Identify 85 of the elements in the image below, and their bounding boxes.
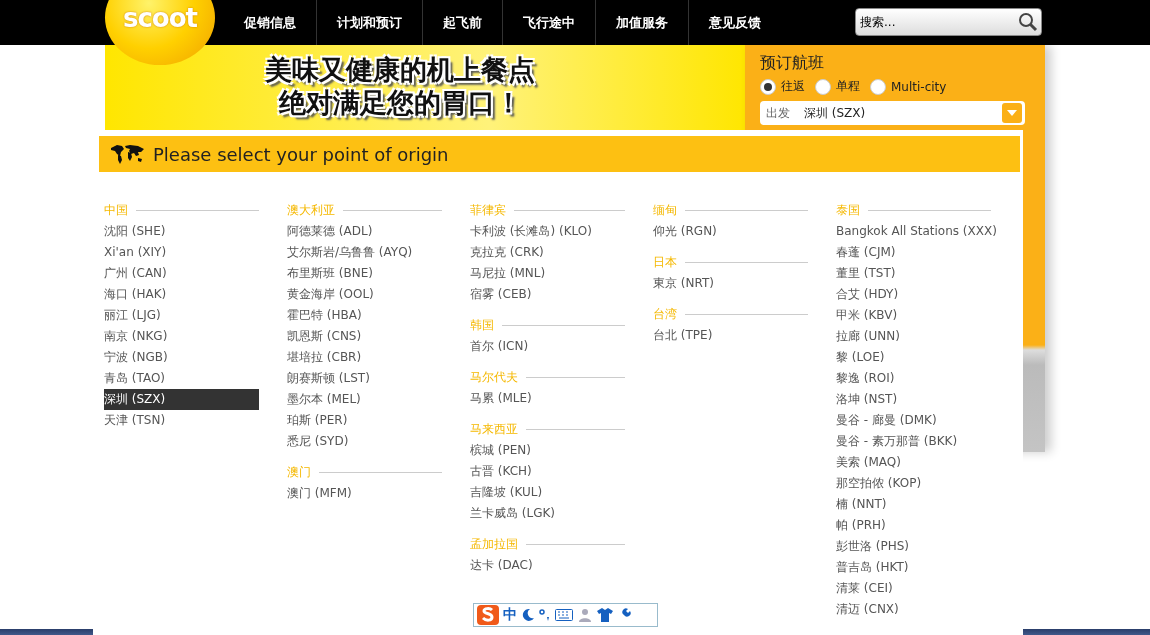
- airport-option[interactable]: 深圳 (SZX): [104, 389, 259, 410]
- airport-option[interactable]: 春蓬 (CJM): [836, 242, 991, 263]
- sogou-logo-icon[interactable]: [477, 605, 499, 625]
- airport-option[interactable]: 宁波 (NGB): [104, 347, 259, 368]
- airport-option[interactable]: 普吉岛 (HKT): [836, 557, 991, 578]
- airport-option[interactable]: 曼谷 - 廊曼 (DMK): [836, 410, 991, 431]
- airport-option[interactable]: 南京 (NKG): [104, 326, 259, 347]
- punctuation-icon[interactable]: [539, 608, 551, 622]
- keyboard-icon[interactable]: [555, 609, 573, 621]
- airport-option[interactable]: 布里斯班 (BNE): [287, 263, 442, 284]
- airport-option[interactable]: 黎逸 (ROI): [836, 368, 991, 389]
- airport-option[interactable]: 宿雾 (CEB): [470, 284, 625, 305]
- nav-link[interactable]: 意见反馈: [689, 0, 781, 45]
- airport-option[interactable]: Bangkok All Stations (XXX): [836, 221, 997, 242]
- country-heading: 韩国: [470, 317, 494, 334]
- airport-option[interactable]: 澳门 (MFM): [287, 483, 442, 504]
- airport-option[interactable]: 珀斯 (PER): [287, 410, 442, 431]
- airport-option[interactable]: 台北 (TPE): [653, 325, 808, 346]
- country-heading: 泰国: [836, 202, 860, 219]
- airport-option[interactable]: 沈阳 (SHE): [104, 221, 259, 242]
- airport-option[interactable]: 洛坤 (NST): [836, 389, 991, 410]
- airport-option[interactable]: 丽江 (LJG): [104, 305, 259, 326]
- country-heading: 孟加拉国: [470, 536, 518, 553]
- airport-option[interactable]: 首尔 (ICN): [470, 336, 625, 357]
- trip-type-radio[interactable]: Multi-city: [870, 78, 947, 95]
- airport-option[interactable]: 马累 (MLE): [470, 388, 625, 409]
- airport-option[interactable]: 楠 (NNT): [836, 494, 991, 515]
- country-heading: 缅甸: [653, 202, 677, 219]
- search-field[interactable]: 搜索...: [855, 8, 1042, 36]
- country-heading: 澳门: [287, 464, 311, 481]
- airport-option[interactable]: 克拉克 (CRK): [470, 242, 625, 263]
- airport-option[interactable]: 堪培拉 (CBR): [287, 347, 442, 368]
- origin-dropdown[interactable]: 出发 深圳 (SZX): [760, 101, 1025, 125]
- airport-option[interactable]: 黎 (LOE): [836, 347, 991, 368]
- country-heading: 澳大利亚: [287, 202, 335, 219]
- country-heading: 马尔代夫: [470, 369, 518, 386]
- airport-option[interactable]: 广州 (CAN): [104, 263, 259, 284]
- airport-option[interactable]: 朗赛斯顿 (LST): [287, 368, 442, 389]
- moon-icon[interactable]: [521, 608, 535, 622]
- banner-headline: 绝对满足您的胃口！: [278, 86, 522, 119]
- airport-option[interactable]: 古晋 (KCH): [470, 461, 625, 482]
- input-mode-toggle[interactable]: 中: [503, 606, 517, 624]
- airport-option[interactable]: 董里 (TST): [836, 263, 991, 284]
- trip-type-radio[interactable]: 往返: [760, 78, 805, 95]
- panel-title: 预订航班: [760, 53, 824, 74]
- trip-type-radio[interactable]: 单程: [815, 78, 860, 95]
- airport-option[interactable]: 甲米 (KBV): [836, 305, 991, 326]
- airport-option[interactable]: 阿德莱德 (ADL): [287, 221, 442, 242]
- country-heading: 马来西亚: [470, 421, 518, 438]
- airport-option[interactable]: 兰卡威岛 (LGK): [470, 503, 625, 524]
- airport-option[interactable]: 清迈 (CNX): [836, 599, 991, 620]
- country-heading: 菲律宾: [470, 202, 506, 219]
- airport-option[interactable]: 清莱 (CEI): [836, 578, 991, 599]
- airport-option[interactable]: 达卡 (DAC): [470, 555, 625, 576]
- airport-option[interactable]: 曼谷 - 素万那普 (BKK): [836, 431, 991, 452]
- airport-option[interactable]: 美索 (MAQ): [836, 452, 991, 473]
- airport-option[interactable]: 那空拍侬 (KOP): [836, 473, 991, 494]
- airport-option[interactable]: 吉隆坡 (KUL): [470, 482, 625, 503]
- airport-option[interactable]: 卡利波 (长滩岛) (KLO): [470, 221, 625, 242]
- airport-option[interactable]: 霍巴特 (HBA): [287, 305, 442, 326]
- airport-option[interactable]: 彭世洛 (PHS): [836, 536, 991, 557]
- country-heading: 日本: [653, 254, 677, 271]
- airport-option[interactable]: 帕 (PRH): [836, 515, 991, 536]
- search-icon[interactable]: [1018, 12, 1038, 32]
- airport-option[interactable]: 马尼拉 (MNL): [470, 263, 625, 284]
- popup-title: Please select your point of origin: [153, 143, 449, 165]
- airport-option[interactable]: 拉廊 (UNN): [836, 326, 991, 347]
- banner-headline: 美味又健康的机上餐点: [265, 53, 535, 86]
- airport-option[interactable]: 黄金海岸 (OOL): [287, 284, 442, 305]
- airport-option[interactable]: 墨尔本 (MEL): [287, 389, 442, 410]
- country-heading: 中国: [104, 202, 128, 219]
- airport-option[interactable]: 天津 (TSN): [104, 410, 259, 431]
- world-map-icon: [109, 143, 145, 165]
- airport-option[interactable]: Xi'an (XIY): [104, 242, 259, 263]
- airport-option[interactable]: 凯恩斯 (CNS): [287, 326, 442, 347]
- airport-option[interactable]: 悉尼 (SYD): [287, 431, 442, 452]
- airport-option[interactable]: 合艾 (HDY): [836, 284, 991, 305]
- airport-option[interactable]: 槟城 (PEN): [470, 440, 625, 461]
- airport-option[interactable]: 艾尔斯岩/乌鲁鲁 (AYQ): [287, 242, 442, 263]
- airport-option[interactable]: 仰光 (RGN): [653, 221, 808, 242]
- airport-option[interactable]: 海口 (HAK): [104, 284, 259, 305]
- country-heading: 台湾: [653, 306, 677, 323]
- airport-option[interactable]: 青岛 (TAO): [104, 368, 259, 389]
- airport-option[interactable]: 東京 (NRT): [653, 273, 808, 294]
- shirt-icon[interactable]: [597, 608, 613, 622]
